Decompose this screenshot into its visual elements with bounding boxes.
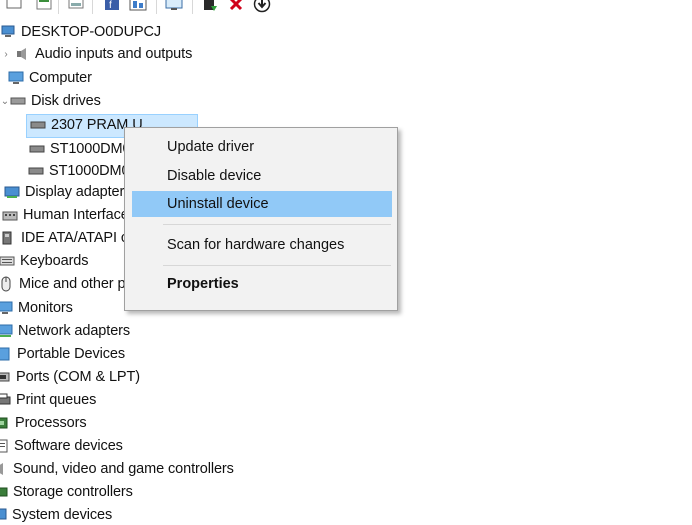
network-adapter-icon	[0, 323, 13, 339]
disk-drive-icon	[10, 93, 26, 109]
enable-device-icon[interactable]	[200, 0, 220, 14]
download-icon[interactable]	[252, 0, 272, 14]
ide-controller-icon	[0, 230, 16, 246]
tree-item-label: Software devices	[14, 438, 123, 454]
speaker-icon	[14, 46, 30, 62]
tree-item-label: Monitors	[18, 300, 73, 316]
tree-item-label: Portable Devices	[17, 346, 126, 362]
tree-item-label: Display adapters	[25, 184, 132, 200]
tree-item-label: Network adapters	[18, 323, 131, 339]
svg-text:f: f	[109, 0, 112, 11]
tree-item-label: Keyboards	[20, 253, 89, 269]
help-icon[interactable]: f	[102, 0, 122, 14]
tree-item-computer[interactable]: Computer	[8, 68, 92, 88]
hid-icon	[2, 207, 18, 223]
tree-item-label: Disk drives	[31, 93, 101, 109]
tree-item-ide[interactable]: IDE ATA/ATAPI c	[0, 228, 128, 248]
tree-item-disk-st1000-a[interactable]: ST1000DM01	[29, 139, 139, 159]
tree-item-display-adapters[interactable]: Display adapters	[4, 182, 132, 202]
menu-separator	[163, 265, 391, 266]
monitor-icon	[8, 70, 24, 86]
toolbar-separator	[92, 0, 93, 14]
tree-item-software-devices[interactable]: Software devices	[0, 436, 123, 456]
printer-icon	[0, 392, 11, 408]
tree-item-label: Sound, video and game controllers	[13, 461, 234, 477]
tree-item-audio[interactable]: Audio inputs and outputs	[14, 44, 192, 64]
update-driver-icon[interactable]	[128, 0, 148, 14]
software-device-icon	[0, 438, 9, 454]
tree-item-disk-drives[interactable]: Disk drives	[10, 91, 101, 111]
scan-hardware-icon[interactable]	[164, 0, 184, 14]
toolbar-separator	[192, 0, 193, 14]
keyboard-icon	[0, 253, 15, 269]
tree-item-label: IDE ATA/ATAPI c	[21, 230, 129, 246]
menu-item-properties[interactable]: Properties	[127, 271, 393, 297]
monitor-icon	[0, 300, 13, 316]
disk-drive-icon	[28, 163, 44, 179]
storage-controller-icon	[0, 484, 8, 500]
tree-item-label: Human Interface	[23, 207, 129, 223]
computer-icon	[0, 24, 16, 40]
context-menu: Update driver Disable device Uninstall d…	[124, 127, 398, 311]
tree-item-disk-st1000-b[interactable]: ST1000DM01	[28, 161, 138, 181]
processor-icon	[0, 415, 10, 431]
tree-item-storage-controllers[interactable]: Storage controllers	[0, 482, 133, 502]
disk-drive-icon	[29, 141, 45, 157]
menu-separator	[163, 224, 391, 225]
display-adapter-icon	[4, 184, 20, 200]
disk-drive-icon	[30, 117, 46, 133]
tree-item-human-interface[interactable]: Human Interface	[2, 205, 129, 225]
tree-item-label: Computer	[29, 70, 92, 86]
tree-item-print-queues[interactable]: Print queues	[0, 390, 96, 410]
tree-item-ports[interactable]: Ports (COM & LPT)	[0, 367, 140, 387]
mouse-icon	[0, 276, 14, 292]
portable-device-icon	[0, 346, 12, 362]
tree-root-label: DESKTOP-O0DUPCJ	[21, 24, 162, 40]
speaker-icon	[0, 461, 8, 477]
toolbar-separator	[156, 0, 157, 14]
tree-item-keyboards[interactable]: Keyboards	[0, 251, 89, 271]
toolbar-separator	[58, 0, 59, 14]
collapse-chevron-icon[interactable]: ⌄	[0, 91, 10, 111]
tree-item-label: Storage controllers	[13, 484, 133, 500]
tree-item-monitors[interactable]: Monitors	[0, 298, 73, 318]
menu-item-scan-hardware[interactable]: Scan for hardware changes	[127, 232, 393, 258]
tree-item-label: Processors	[15, 415, 87, 431]
tree-item-label: Ports (COM & LPT)	[16, 369, 140, 385]
menu-item-update-driver[interactable]: Update driver	[127, 134, 393, 160]
port-icon	[0, 369, 11, 385]
tree-item-processors[interactable]: Processors	[0, 413, 87, 433]
toolbar: f	[0, 0, 692, 20]
expand-chevron-icon[interactable]: ›	[1, 44, 11, 64]
menu-item-uninstall-device[interactable]: Uninstall device	[132, 191, 392, 217]
back-icon[interactable]	[4, 0, 24, 14]
tree-root[interactable]: DESKTOP-O0DUPCJ	[0, 22, 161, 42]
menu-item-disable-device[interactable]: Disable device	[127, 163, 393, 189]
tree-item-sound-video-game[interactable]: Sound, video and game controllers	[0, 459, 234, 479]
tree-item-label: Audio inputs and outputs	[35, 46, 193, 62]
print-icon[interactable]	[66, 0, 86, 14]
tree-item-system-devices[interactable]: System devices	[0, 505, 112, 525]
uninstall-icon[interactable]	[226, 0, 246, 14]
tree-item-portable-devices[interactable]: Portable Devices	[0, 344, 125, 364]
tree-item-label: Print queues	[16, 392, 97, 408]
properties-icon[interactable]	[34, 0, 54, 14]
tree-item-network-adapters[interactable]: Network adapters	[0, 321, 130, 341]
